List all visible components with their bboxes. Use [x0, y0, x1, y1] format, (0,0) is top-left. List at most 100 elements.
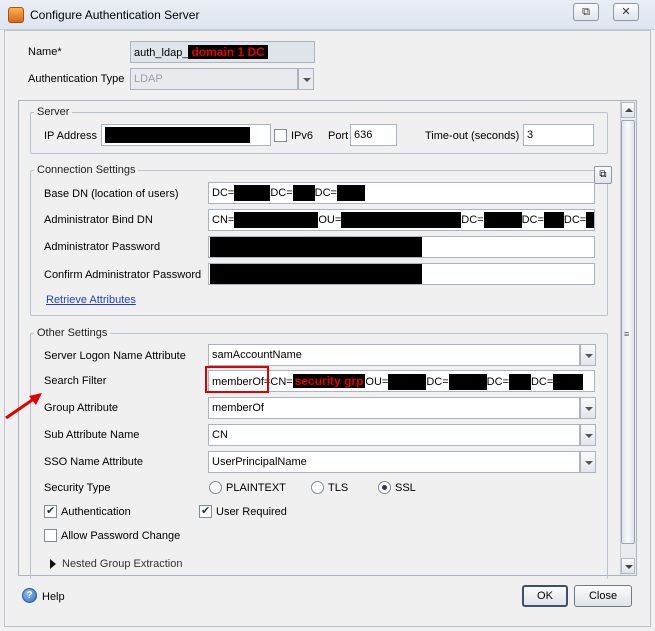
- redacted-block: [292, 185, 315, 202]
- search-filter-cn: CN=: [270, 376, 293, 388]
- ip-address-field[interactable]: [101, 124, 271, 146]
- logon-attr-dropdown-arrow[interactable]: [580, 344, 596, 366]
- search-filter-part: DC=: [530, 376, 554, 388]
- close-window-button[interactable]: ✕: [613, 3, 639, 21]
- search-filter-annotation: security grp: [292, 374, 366, 388]
- radio-tls-label: TLS: [328, 482, 349, 494]
- bind-dn-part: DC=: [461, 214, 484, 226]
- sso-attr-select[interactable]: UserPrincipalName: [208, 451, 580, 473]
- auth-type-dropdown-arrow[interactable]: [298, 68, 314, 90]
- auth-type-label: Authentication Type: [28, 73, 125, 85]
- authentication-checkbox[interactable]: [44, 504, 57, 518]
- base-dn-field[interactable]: DC= DC= DC=: [208, 182, 595, 204]
- redacted-block: [483, 212, 522, 229]
- name-field[interactable]: auth_ldap_ domain 1 DC: [130, 41, 315, 63]
- logon-attr-label: Server Logon Name Attribute: [44, 350, 186, 362]
- sso-attr-label: SSO Name Attribute: [44, 456, 144, 468]
- search-filter-part: OU=: [365, 376, 389, 388]
- help-icon[interactable]: ?: [22, 588, 37, 603]
- redacted-block: [508, 374, 531, 391]
- bind-dn-label: Administrator Bind DN: [44, 214, 153, 226]
- chevron-up-icon: [625, 108, 633, 112]
- name-annotation: domain 1 DC: [188, 45, 268, 59]
- auth-type-select[interactable]: LDAP: [130, 68, 298, 90]
- scroll-down-button[interactable]: [621, 558, 635, 574]
- confirm-password-label: Confirm Administrator Password: [44, 269, 202, 281]
- chevron-down-icon: [625, 565, 633, 569]
- base-dn-part: DC=: [314, 187, 337, 199]
- radio-ssl-label: SSL: [395, 482, 416, 494]
- security-type-label: Security Type: [44, 482, 111, 494]
- user-required-checkbox[interactable]: [199, 504, 212, 518]
- sso-attr-dropdown-arrow[interactable]: [580, 451, 596, 473]
- bind-dn-field[interactable]: CN= OU= DC= DC= DC=: [208, 209, 595, 231]
- window-title: Configure Authentication Server: [30, 8, 200, 22]
- redacted-block: [234, 185, 271, 202]
- radio-plaintext[interactable]: [209, 481, 222, 494]
- redacted-block: [210, 264, 422, 284]
- base-dn-part: DC=: [212, 187, 235, 199]
- search-filter-part: DC=: [426, 376, 449, 388]
- redacted-block: [543, 212, 564, 229]
- sub-attr-dropdown-arrow[interactable]: [580, 424, 596, 446]
- redacted-block: [448, 374, 487, 391]
- allow-password-change-checkbox[interactable]: [44, 529, 57, 542]
- admin-password-label: Administrator Password: [44, 241, 161, 253]
- group-attr-dropdown-arrow[interactable]: [580, 397, 596, 419]
- port-label: Port: [328, 130, 349, 142]
- restore-button[interactable]: ⧉: [573, 3, 599, 21]
- redacted-block: [388, 374, 427, 391]
- redacted-block: [553, 374, 584, 391]
- help-label[interactable]: Help: [42, 591, 65, 603]
- ok-button[interactable]: OK: [522, 585, 568, 607]
- highlight-box: [205, 366, 269, 393]
- sub-attr-label: Sub Attribute Name: [44, 429, 140, 441]
- scroll-up-button[interactable]: [621, 102, 635, 118]
- base-dn-label: Base DN (location of users): [44, 188, 179, 200]
- name-label: Name*: [28, 46, 62, 58]
- base-dn-part: DC=: [270, 187, 293, 199]
- redacted-block: [210, 237, 422, 257]
- allow-password-change-label: Allow Password Change: [61, 530, 181, 542]
- redacted-block: [105, 127, 250, 144]
- user-required-label: User Required: [216, 506, 287, 518]
- bind-dn-part: OU=: [318, 214, 342, 226]
- radio-tls[interactable]: [311, 481, 324, 494]
- ip-address-label: IP Address: [44, 130, 97, 142]
- timeout-label: Time-out (seconds): [425, 130, 520, 142]
- confirm-password-field[interactable]: [208, 263, 595, 285]
- nested-group-toggle[interactable]: Nested Group Extraction: [62, 558, 182, 570]
- expand-triangle-icon[interactable]: [50, 559, 56, 569]
- retrieve-attributes-link[interactable]: Retrieve Attributes: [46, 294, 136, 306]
- redacted-block: [336, 185, 365, 202]
- other-settings-legend: Other Settings: [34, 327, 111, 339]
- bind-dn-part: DC=: [563, 214, 587, 226]
- radio-plaintext-label: PLAINTEXT: [226, 482, 286, 494]
- redacted-block: [234, 212, 319, 229]
- group-attr-label: Group Attribute: [44, 402, 118, 414]
- expand-icon[interactable]: ⧉: [594, 166, 612, 184]
- grip-icon: ≡: [624, 329, 630, 339]
- radio-ssl[interactable]: [378, 481, 391, 494]
- close-button[interactable]: Close: [574, 585, 632, 607]
- authentication-label: Authentication: [61, 506, 131, 518]
- bind-dn-part: DC=: [521, 214, 544, 226]
- connection-settings-legend: Connection Settings: [34, 164, 139, 176]
- ipv6-checkbox[interactable]: [274, 129, 287, 142]
- bind-dn-part: CN=: [212, 214, 235, 226]
- redacted-block: [586, 212, 594, 229]
- red-arrow-icon: [5, 393, 42, 420]
- ipv6-label: IPv6: [291, 130, 314, 142]
- redacted-block: [341, 212, 462, 229]
- admin-password-field[interactable]: [208, 236, 595, 258]
- server-legend: Server: [34, 106, 73, 118]
- timeout-field[interactable]: 3: [523, 124, 594, 146]
- sub-attr-select[interactable]: CN: [208, 424, 580, 446]
- app-icon: [8, 7, 24, 23]
- search-filter-part: DC=: [486, 376, 509, 388]
- port-field[interactable]: 636: [350, 124, 397, 146]
- logon-attr-select[interactable]: samAccountName: [208, 344, 580, 366]
- search-filter-label: Search Filter: [44, 375, 107, 387]
- group-attr-select[interactable]: memberOf: [208, 397, 580, 419]
- name-value: auth_ldap_: [134, 47, 189, 59]
